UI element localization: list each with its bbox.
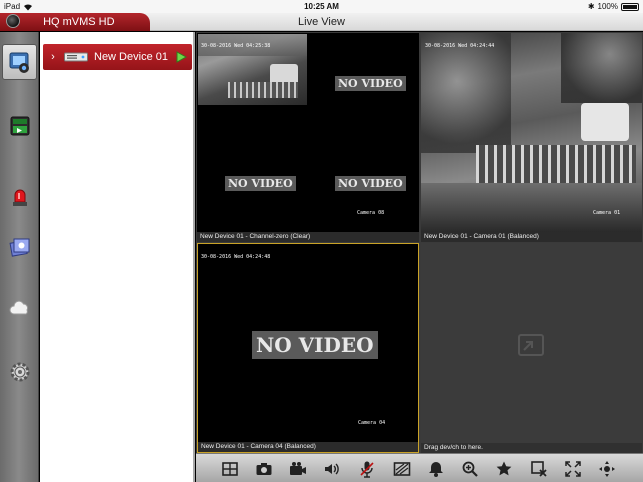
parked-van: [581, 103, 629, 141]
live-view-toolbar: [196, 453, 643, 482]
no-video-label: NO VIDEO: [252, 331, 378, 359]
osd-camera-label: Camera 01: [593, 210, 621, 216]
no-video-label: NO VIDEO: [335, 176, 406, 191]
app-name-tab: HQ mVMS HD: [0, 13, 150, 31]
sidebar-item-playback[interactable]: [2, 108, 37, 144]
snapshot-icon: [256, 463, 272, 475]
camera-logo-icon: [6, 14, 20, 29]
camera-feed: [421, 33, 642, 232]
favorite-button[interactable]: [493, 458, 515, 480]
device-list-panel: › New Device 01: [40, 32, 195, 482]
stop-all-button[interactable]: [528, 458, 550, 480]
title-bar: Live View HQ mVMS HD: [0, 13, 643, 31]
stop-all-icon: [531, 461, 547, 477]
play-icon[interactable]: [174, 50, 188, 64]
osd-timestamp: 30-08-2016 Wed 04:24:44: [425, 43, 495, 49]
video-caption: New Device 01 - Camera 01 (Balanced): [421, 232, 642, 242]
sidebar: [0, 32, 39, 482]
fullscreen-icon: [565, 461, 581, 477]
pictures-icon: [8, 238, 29, 257]
tree-right: [561, 33, 642, 103]
video-caption: New Device 01 - Camera 04 (Balanced): [198, 442, 418, 452]
audio-button[interactable]: [321, 458, 343, 480]
device-list-item[interactable]: › New Device 01: [43, 44, 192, 70]
gate: [228, 82, 298, 98]
device-name: New Device 01: [94, 51, 168, 63]
favorite-icon: [496, 461, 512, 476]
audio-icon: [325, 463, 339, 475]
record-icon: [290, 462, 306, 475]
clock: 10:25 AM: [304, 2, 339, 11]
cloud-icon: [9, 300, 28, 315]
no-video-label: NO VIDEO: [335, 76, 406, 91]
no-video-label: NO VIDEO: [225, 176, 296, 191]
status-bar: iPad 10:25 AM ✱ 100%: [0, 0, 643, 13]
alarm-siren-icon: [12, 189, 27, 206]
sidebar-item-cloud[interactable]: [2, 290, 37, 326]
playback-icon: [10, 116, 29, 136]
quality-icon: [393, 462, 411, 476]
video-window-3[interactable]: 30-08-2016 Wed 04:24:48 NO VIDEO Camera …: [197, 243, 419, 453]
sidebar-item-live-view[interactable]: [2, 44, 37, 80]
talk-button[interactable]: [356, 458, 378, 480]
sidebar-item-settings[interactable]: [2, 354, 37, 390]
drop-target-icon: [518, 334, 544, 356]
fullscreen-button[interactable]: [562, 458, 584, 480]
video-caption: New Device 01 - Channel-zero (Clear): [197, 232, 419, 242]
talk-icon: [360, 461, 374, 478]
live-view-icon: [9, 52, 29, 73]
sidebar-item-pictures[interactable]: [2, 229, 37, 265]
gear-icon: [10, 362, 29, 382]
battery-icon: [621, 2, 639, 11]
battery-percent: 100%: [597, 2, 618, 11]
video-window-2[interactable]: 30-08-2016 Wed 04:24:44 Camera 01 New De…: [421, 33, 642, 242]
layout-button[interactable]: [219, 458, 241, 480]
zoom-icon: [462, 461, 478, 477]
video-window-4[interactable]: Drag dev/ch to here.: [421, 243, 642, 453]
ptz-icon: [599, 461, 615, 477]
chevron-right-icon[interactable]: ›: [46, 51, 60, 63]
street: [421, 183, 642, 232]
record-button[interactable]: [287, 458, 309, 480]
app-window: iPad 10:25 AM ✱ 100% Live View HQ mVMS H…: [0, 0, 643, 482]
snapshot-button[interactable]: [253, 458, 275, 480]
nvr-device-icon: [64, 52, 88, 62]
layout-icon: [222, 462, 238, 476]
app-name: HQ mVMS HD: [43, 16, 115, 28]
alarm-bell-icon: [429, 462, 443, 477]
osd-camera-label: Camera 08: [357, 210, 385, 216]
alarm-output-button[interactable]: [425, 458, 447, 480]
osd-timestamp: 30-08-2016 Wed 04:25:38: [201, 43, 271, 49]
osd-camera-label: Camera 04: [358, 420, 386, 426]
osd-timestamp: 30-08-2016 Wed 04:24:48: [201, 254, 271, 260]
ptz-button[interactable]: [596, 458, 618, 480]
quality-button[interactable]: [391, 458, 413, 480]
zoom-button[interactable]: [459, 458, 481, 480]
video-grid: 30-08-2016 Wed 04:25:38 NO VIDEO NO VIDE…: [196, 32, 643, 453]
sidebar-item-alarm[interactable]: [2, 178, 37, 214]
video-window-1[interactable]: 30-08-2016 Wed 04:25:38 NO VIDEO NO VIDE…: [197, 33, 419, 242]
video-caption: Drag dev/ch to here.: [421, 443, 642, 453]
tree-left: [421, 33, 511, 153]
gate: [476, 145, 636, 185]
bluetooth-icon: ✱: [587, 2, 595, 11]
